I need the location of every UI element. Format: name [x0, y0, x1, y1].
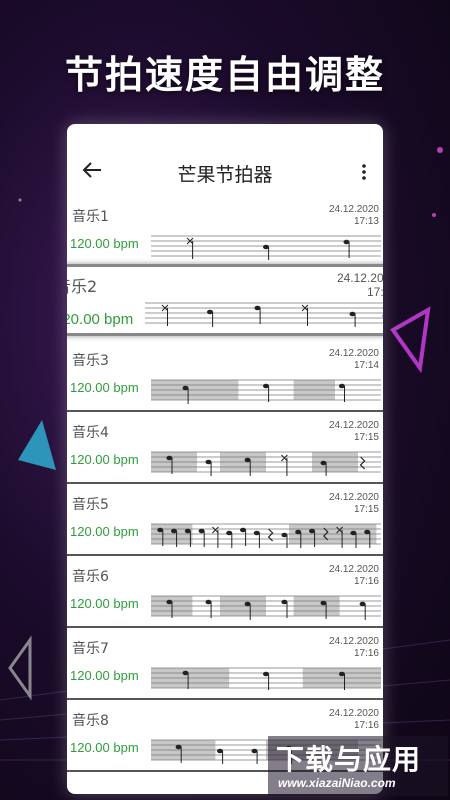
song-date: 24.12.2020 [336, 271, 383, 285]
song-item[interactable]: 音乐7 24.12.2020 17:16 120.00 bpm [67, 628, 383, 700]
song-datetime: 24.12.2020 17:13 [329, 204, 379, 228]
song-time: 17:16 [353, 576, 379, 587]
song-bpm: 120.00 bpm [70, 452, 139, 467]
song-bpm: 120.00 bpm [70, 740, 139, 755]
song-date: 24.12.2020 [328, 492, 379, 503]
song-time: 17:13 [353, 216, 379, 227]
song-bpm: 120.00 bpm [67, 311, 134, 328]
song-item[interactable]: 音乐3 24.12.2020 17:14 120.00 bpm [67, 340, 383, 412]
song-date: 24.12.2020 [328, 420, 379, 431]
song-bpm: 120.00 bpm [70, 596, 139, 611]
promo-banner-title: 节拍速度自由调整 [64, 53, 385, 97]
song-time: 17:15 [353, 504, 379, 515]
song-date: 24.12.2020 [328, 564, 379, 575]
rhythm-preview [145, 302, 383, 327]
song-time: 17:14 [353, 360, 379, 371]
song-bpm: 120.00 bpm [70, 236, 139, 251]
rhythm-preview [151, 667, 381, 690]
song-name: 音乐7 [72, 641, 109, 657]
song-datetime: 24.12.2020 17:16 [329, 708, 379, 732]
song-item[interactable]: 音乐5 24.12.2020 17:15 120.00 bpm [67, 484, 383, 556]
song-datetime: 24.12.2020 17:15 [329, 420, 379, 444]
song-name: 音乐2 [67, 277, 98, 296]
song-time: 17:15 [353, 432, 379, 443]
song-name: 音乐1 [72, 209, 109, 225]
watermark-url: www.xiazaiNiao.com [278, 776, 396, 790]
song-time: 17:14 [366, 285, 383, 299]
app-bar: 芒果节拍器 [67, 124, 383, 196]
song-date: 24.12.2020 [328, 636, 379, 647]
song-item[interactable]: 音乐1 24.12.2020 17:13 120.00 bpm [67, 196, 383, 268]
rhythm-preview [151, 235, 381, 260]
song-name: 音乐5 [72, 497, 109, 513]
watermark: 下载与应用 www.xiazaiNiao.com [268, 736, 448, 796]
rhythm-preview [151, 451, 381, 476]
song-datetime: 24.12.2020 17:15 [329, 492, 379, 516]
song-date: 24.12.2020 [328, 708, 379, 719]
app-screen: 芒果节拍器 音乐124.12.202017:13120.00 bpm音乐224.… [67, 124, 383, 794]
watermark-logo-text: 下载与应用 [276, 743, 422, 776]
song-bpm: 120.00 bpm [70, 380, 139, 395]
rhythm-preview [151, 595, 381, 620]
song-item[interactable]: 音乐4 24.12.2020 17:15 120.00 bpm [67, 412, 383, 484]
song-name: 音乐6 [72, 569, 109, 585]
song-name: 音乐8 [72, 713, 109, 729]
app-title: 芒果节拍器 [177, 164, 273, 186]
song-name: 音乐3 [72, 353, 109, 369]
rhythm-preview [151, 523, 381, 548]
song-date: 24.12.2020 [328, 348, 379, 359]
song-item[interactable]: 音乐6 24.12.2020 17:16 120.00 bpm [67, 556, 383, 628]
song-date: 24.12.2020 [328, 204, 379, 215]
song-item[interactable]: 音乐2 24.12.202017:14 120.00 bpm [67, 264, 383, 336]
song-datetime: 24.12.202017:14 [337, 271, 383, 299]
song-bpm: 120.00 bpm [70, 524, 139, 539]
rhythm-preview [151, 379, 381, 404]
song-datetime: 24.12.202017:14 [329, 348, 379, 372]
song-time: 17:16 [353, 648, 379, 659]
song-datetime: 24.12.2020 17:16 [329, 636, 379, 660]
song-name: 音乐4 [72, 425, 109, 441]
song-bpm: 120.00 bpm [70, 668, 139, 683]
song-datetime: 24.12.2020 17:16 [329, 564, 379, 588]
more-vert-icon[interactable] [361, 164, 367, 180]
song-time: 17:16 [353, 720, 379, 731]
